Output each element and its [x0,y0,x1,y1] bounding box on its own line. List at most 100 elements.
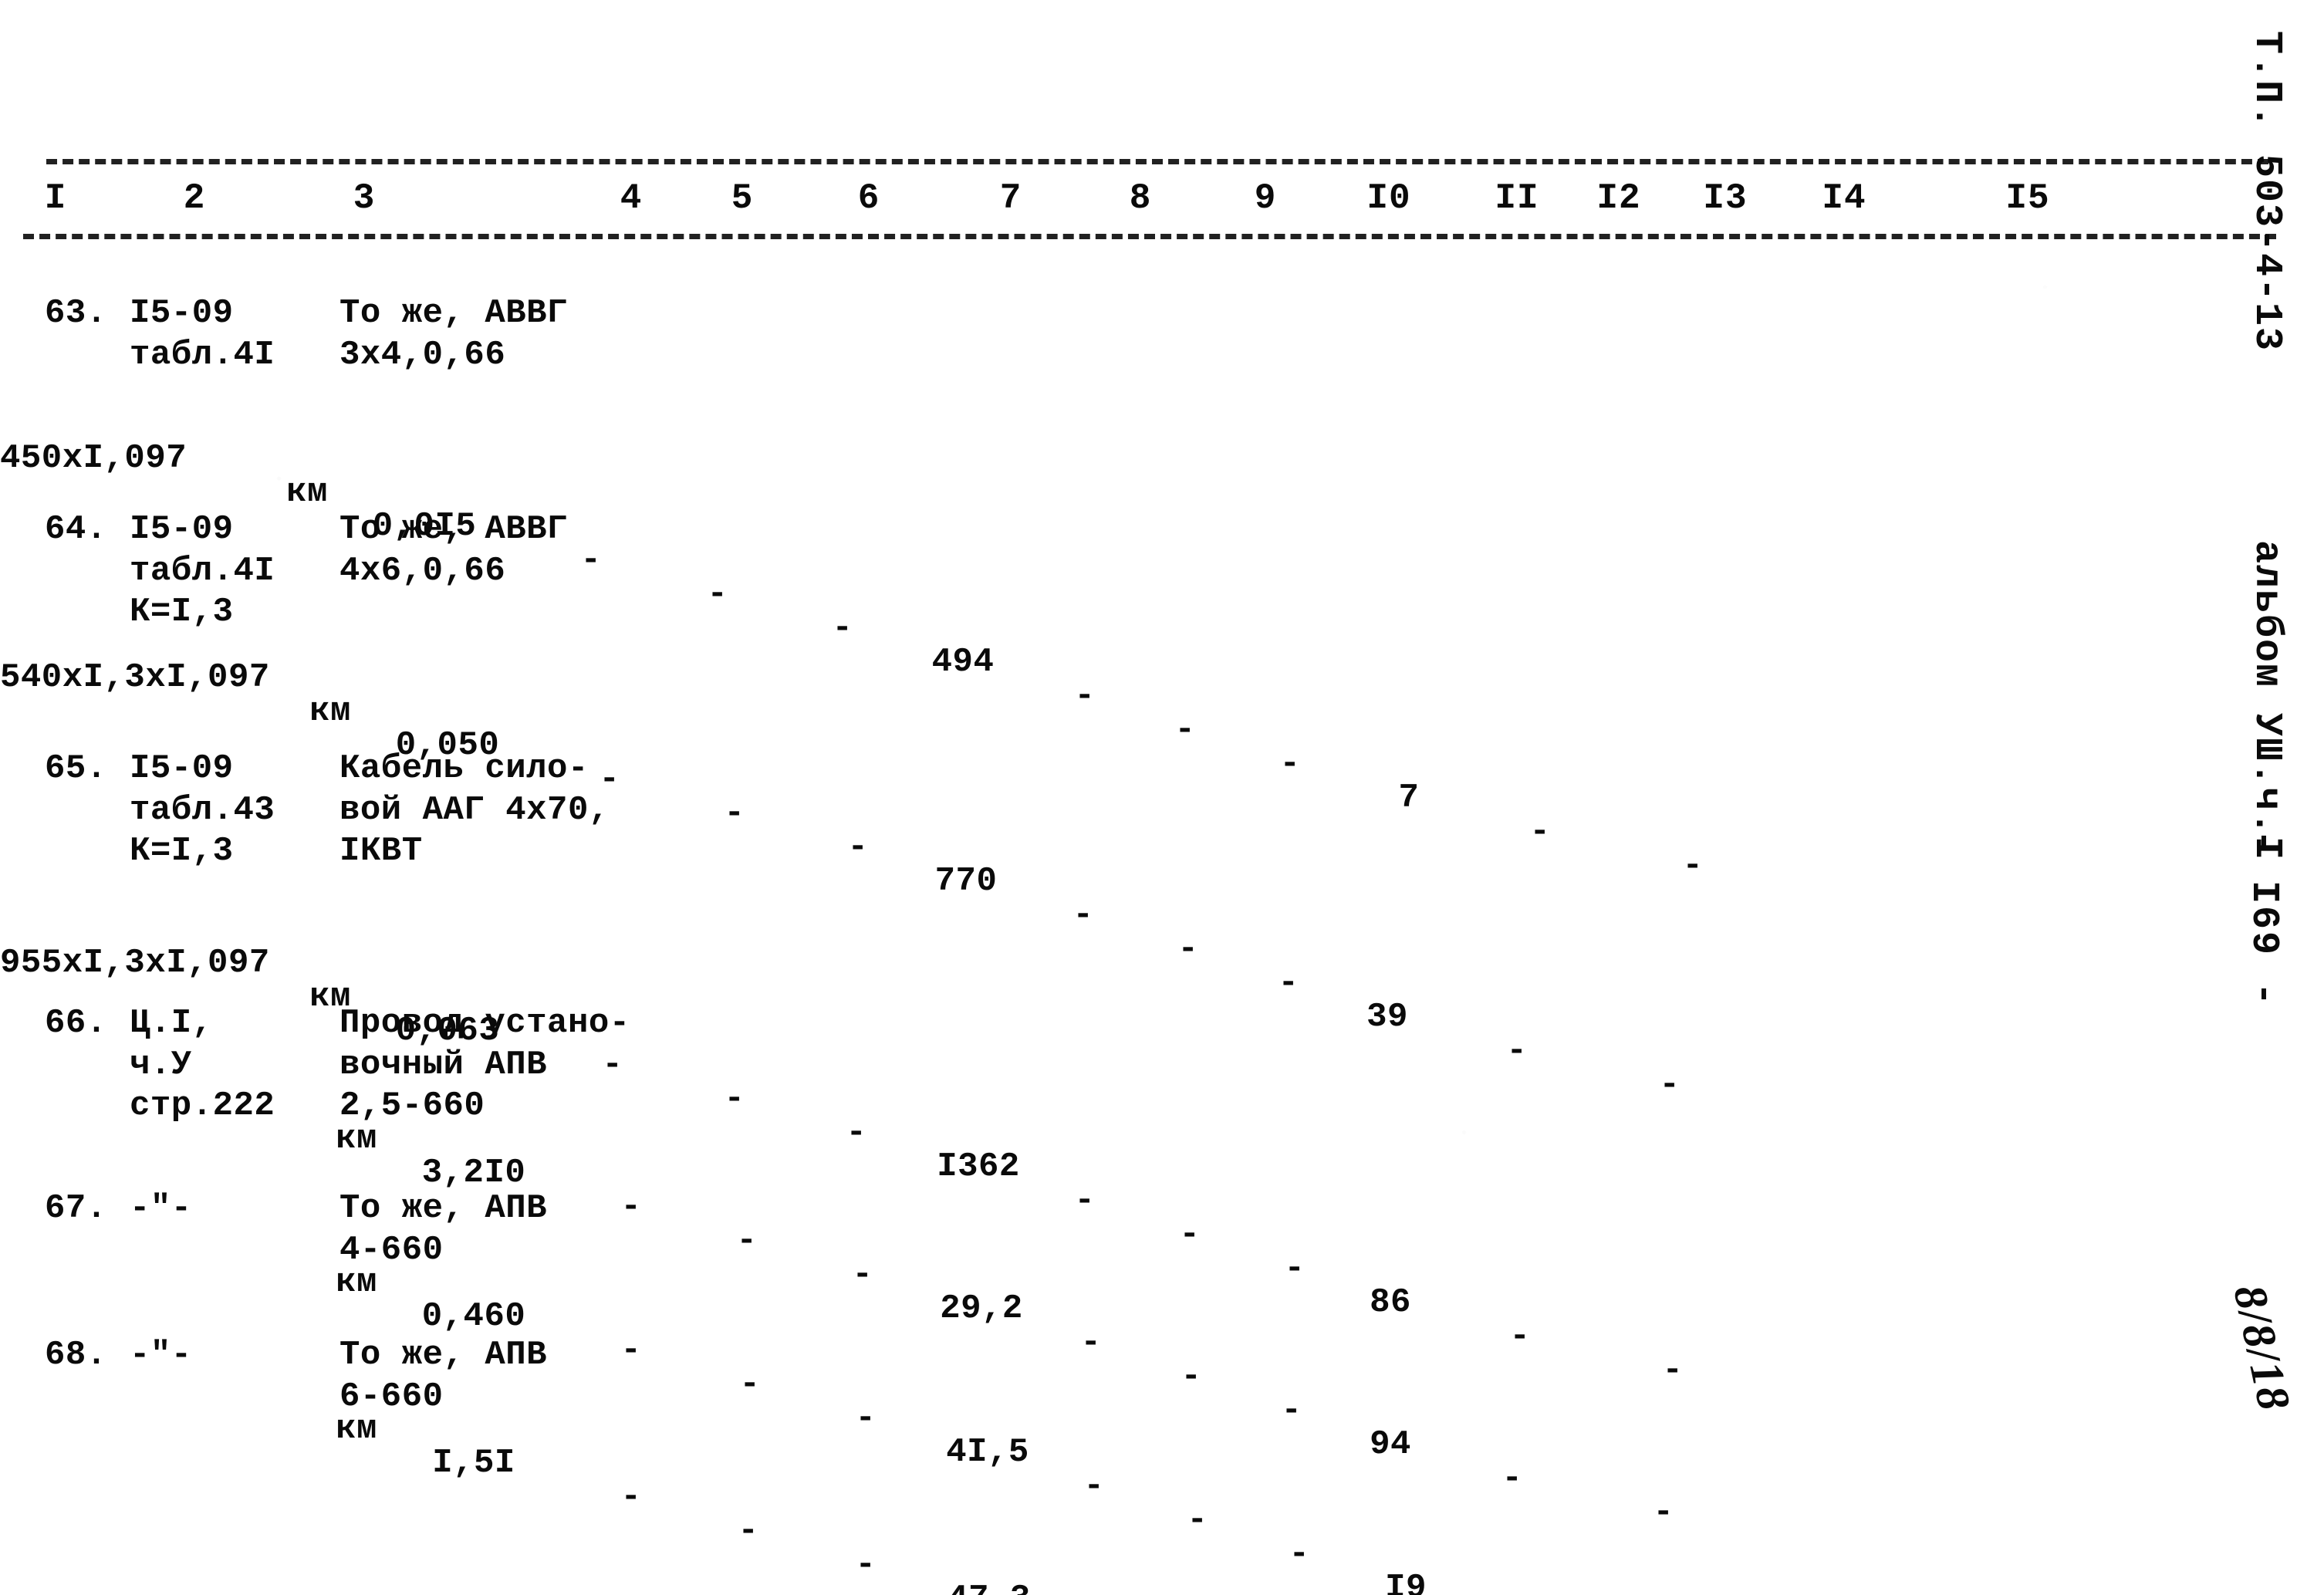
row-calc: 450хI,097 [0,439,187,478]
row-value: - [580,541,602,580]
row-value: - [1289,1535,1310,1573]
row-justification: I5-09 табл.43 К=I,3 [130,749,275,871]
row-value: - [1179,1215,1201,1254]
header-rule-top [46,159,2268,164]
row-justification: -"- [130,1336,192,1374]
column-header-7: 7 [999,178,1022,218]
row-value: 39 [1366,998,1408,1036]
row-value: - [620,1188,642,1226]
row-value: - [832,609,853,647]
row-value: - [1501,1459,1523,1498]
row-value: 29,2 [940,1289,1023,1328]
row-value: - [846,1113,867,1152]
row-value: I9 [1385,1569,1427,1595]
row-value: - [1080,1323,1102,1362]
row-justification: Ц.I, ч.У стр.222 [130,1004,275,1126]
row-value: - [1281,1391,1302,1430]
row-value: - [1072,896,1094,934]
row-value: - [1682,846,1704,885]
row-calc: 955хI,3хI,097 [0,944,270,982]
column-header-1: I [44,178,67,218]
row-justification: I5-09 табл.4I [130,294,275,374]
row-name: То же, АВВГ 4х6,0,66 [339,510,568,590]
row-value: - [736,1222,758,1260]
row-value: - [1074,677,1096,715]
row-value: - [855,1399,877,1438]
column-header-5: 5 [731,178,754,218]
document-page: I 2 3 4 5 6 7 8 9 I0 II I2 I3 I4 I5 63. … [0,0,2324,1595]
handwritten-annotation: 8/8/18 [2224,1280,2301,1416]
row-value: - [1187,1501,1208,1539]
album-label: альбом УШ.ч.I [2245,540,2289,862]
row-unit: км [336,1410,377,1448]
column-header-11: II [1495,178,1539,218]
column-header-15: I5 [2005,178,2050,218]
row-unit: км [336,1120,377,1158]
column-header-12: I2 [1596,178,1641,218]
row-value: - [1509,1317,1531,1356]
row-value: 47,3 [948,1582,1031,1595]
row-value: - [1653,1493,1674,1532]
row-qty: I,5I [432,1444,515,1482]
row-value: - [1659,1066,1681,1104]
row-value: - [1662,1351,1684,1390]
row-unit: км [309,692,351,731]
row-value: - [1278,964,1299,1002]
row-value: - [852,1255,873,1294]
row-value: - [738,1512,759,1550]
row-value: I362 [937,1147,1020,1186]
column-header-3: 3 [353,178,376,218]
row-justification: I5-09 табл.4I К=I,3 [130,510,275,632]
row-value: - [1284,1249,1306,1288]
row-value: - [724,1080,745,1118]
row-value: - [1074,1181,1096,1220]
row-value: - [1174,711,1196,749]
row-value: - [1181,1357,1202,1396]
column-header-8: 8 [1129,178,1152,218]
column-header-9: 9 [1254,178,1277,218]
row-name: То же, АПВ 6-660 [339,1336,548,1416]
row-justification: -"- [130,1189,192,1228]
row-number: 68. [45,1336,107,1374]
row-value: 770 [934,862,998,901]
row-value: - [707,575,728,613]
column-header-10: I0 [1366,178,1411,218]
row-number: 63. [45,294,107,333]
column-header-13: I3 [1703,178,1748,218]
header-rule-bottom [23,234,2276,239]
column-header-4: 4 [620,178,643,218]
row-value: - [739,1365,761,1404]
row-unit: км [286,473,328,512]
row-value: 4I,5 [946,1433,1029,1472]
row-calc: 540хI,3хI,097 [0,658,270,697]
page-number: - I69 - [2241,830,2285,1009]
row-unit: км [336,1263,377,1302]
row-value: - [847,828,869,867]
row-number: 65. [45,749,107,788]
row-value: 86 [1370,1283,1411,1322]
column-header-6: 6 [857,178,880,218]
row-value: 494 [931,643,995,681]
row-value: - [724,794,745,833]
row-name: Кабель сило- вой ААГ 4х70, IКВТ [339,749,610,871]
row-value: - [1506,1032,1528,1070]
document-code: Т.П. 503-4-13 [2245,31,2289,353]
row-value: - [620,1478,642,1516]
row-value: 7 [1398,779,1420,817]
row-value: - [1177,930,1199,968]
row-qty: 3,2I0 [421,1154,526,1192]
row-value: - [855,1546,877,1584]
column-header-14: I4 [1822,178,1866,218]
row-value: - [620,1331,642,1370]
row-number: 66. [45,1004,107,1042]
column-header-2: 2 [183,178,206,218]
row-name: То же, АВВГ 3х4,0,66 [339,294,568,374]
row-qty: 0,460 [421,1297,526,1336]
row-name: То же, АПВ 4-660 [339,1189,548,1269]
row-number: 64. [45,510,107,549]
row-name: Провод устано- вочный АПВ 2,5-660 [339,1004,630,1126]
row-number: 67. [45,1189,107,1228]
row-value: - [1529,813,1551,851]
row-value: 94 [1370,1425,1411,1464]
row-value: - [1279,745,1301,783]
